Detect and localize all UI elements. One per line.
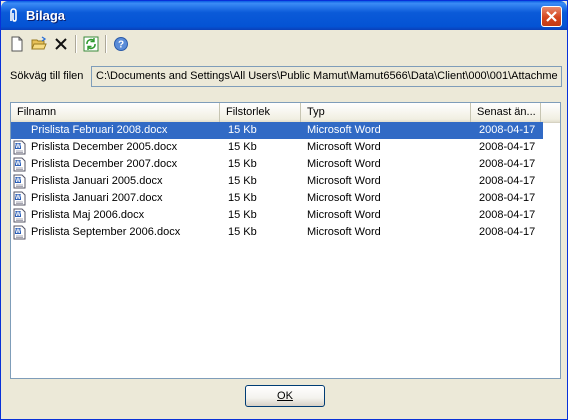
file-type: Microsoft Word bbox=[301, 122, 471, 139]
svg-text:?: ? bbox=[118, 40, 124, 51]
table-row[interactable]: W Prislista Februari 2008.docx 15 Kb Mic… bbox=[11, 122, 560, 139]
dialog-window: Bilaga ? Sökväg till filen C:\Documents … bbox=[0, 0, 568, 420]
table-row[interactable]: W Prislista December 2005.docx 15 Kb Mic… bbox=[11, 139, 560, 156]
table-row[interactable]: W Prislista September 2006.docx 15 Kb Mi… bbox=[11, 224, 560, 241]
open-button[interactable] bbox=[29, 34, 49, 54]
file-date: 2008-04-17 bbox=[479, 158, 536, 170]
file-type: Microsoft Word bbox=[307, 175, 381, 187]
file-type: Microsoft Word bbox=[307, 226, 381, 238]
path-field[interactable]: C:\Documents and Settings\All Users\Publ… bbox=[91, 66, 562, 87]
file-name: Prislista Januari 2005.docx bbox=[31, 175, 163, 187]
close-button[interactable] bbox=[541, 6, 562, 27]
file-name: Prislista Maj 2006.docx bbox=[31, 209, 145, 221]
file-type: Microsoft Word bbox=[307, 192, 381, 204]
table-row[interactable]: W Prislista Januari 2007.docx 15 Kb Micr… bbox=[11, 190, 560, 207]
table-row[interactable]: W Prislista Maj 2006.docx 15 Kb Microsof… bbox=[11, 207, 560, 224]
file-date: 2008-04-17 bbox=[479, 141, 536, 153]
table-row[interactable]: W Prislista December 2007.docx 15 Kb Mic… bbox=[11, 156, 560, 173]
toolbar-separator bbox=[75, 35, 77, 53]
column-header-type[interactable]: Typ bbox=[301, 103, 471, 122]
file-type: Microsoft Word bbox=[307, 158, 381, 170]
column-header-modified[interactable]: Senast än... bbox=[471, 103, 541, 122]
file-name: Prislista December 2005.docx bbox=[31, 141, 178, 153]
column-header-filler bbox=[541, 103, 560, 122]
list-rows: W Prislista Februari 2008.docx 15 Kb Mic… bbox=[11, 122, 560, 241]
file-date: 2008-04-17 bbox=[479, 175, 536, 187]
delete-button[interactable] bbox=[51, 34, 71, 54]
open-folder-icon bbox=[31, 36, 47, 50]
column-header-size[interactable]: Filstorlek bbox=[220, 103, 301, 122]
file-type: Microsoft Word bbox=[307, 209, 381, 221]
file-name: Prislista Januari 2007.docx bbox=[31, 192, 163, 204]
file-size: 15 Kb bbox=[228, 226, 257, 238]
file-name: Prislista December 2007.docx bbox=[31, 158, 178, 170]
file-list[interactable]: Filnamn Filstorlek Typ Senast än... W Pr… bbox=[10, 102, 561, 379]
title-bar[interactable]: Bilaga bbox=[1, 1, 567, 30]
close-icon bbox=[546, 11, 557, 22]
file-size: 15 Kb bbox=[228, 175, 257, 187]
file-date: 2008-04-17 bbox=[471, 122, 543, 139]
window-title: Bilaga bbox=[26, 8, 66, 23]
new-button[interactable] bbox=[7, 34, 27, 54]
refresh-icon bbox=[83, 36, 99, 52]
table-row[interactable]: W Prislista Januari 2005.docx 15 Kb Micr… bbox=[11, 173, 560, 190]
file-size: 15 Kb bbox=[220, 122, 301, 139]
file-date: 2008-04-17 bbox=[479, 226, 536, 238]
toolbar-separator bbox=[105, 35, 107, 53]
file-size: 15 Kb bbox=[228, 141, 257, 153]
help-button[interactable]: ? bbox=[111, 34, 131, 54]
file-date: 2008-04-17 bbox=[479, 192, 536, 204]
path-label: Sökväg till filen bbox=[10, 70, 84, 82]
file-name: Prislista September 2006.docx bbox=[31, 226, 181, 238]
file-name: Prislista Februari 2008.docx bbox=[11, 122, 220, 139]
file-date: 2008-04-17 bbox=[479, 209, 536, 221]
new-document-icon bbox=[11, 36, 23, 52]
column-header-filename[interactable]: Filnamn bbox=[11, 103, 220, 122]
ok-button-label: OK bbox=[277, 390, 293, 402]
toolbar: ? bbox=[5, 32, 565, 56]
file-size: 15 Kb bbox=[228, 192, 257, 204]
delete-x-icon bbox=[55, 38, 67, 50]
file-type: Microsoft Word bbox=[307, 141, 381, 153]
list-header: Filnamn Filstorlek Typ Senast än... bbox=[11, 103, 560, 123]
paperclip-icon bbox=[10, 8, 17, 22]
ok-button[interactable]: OK bbox=[245, 385, 325, 407]
help-icon: ? bbox=[114, 37, 128, 51]
file-size: 15 Kb bbox=[228, 209, 257, 221]
refresh-button[interactable] bbox=[81, 34, 101, 54]
file-size: 15 Kb bbox=[228, 158, 257, 170]
